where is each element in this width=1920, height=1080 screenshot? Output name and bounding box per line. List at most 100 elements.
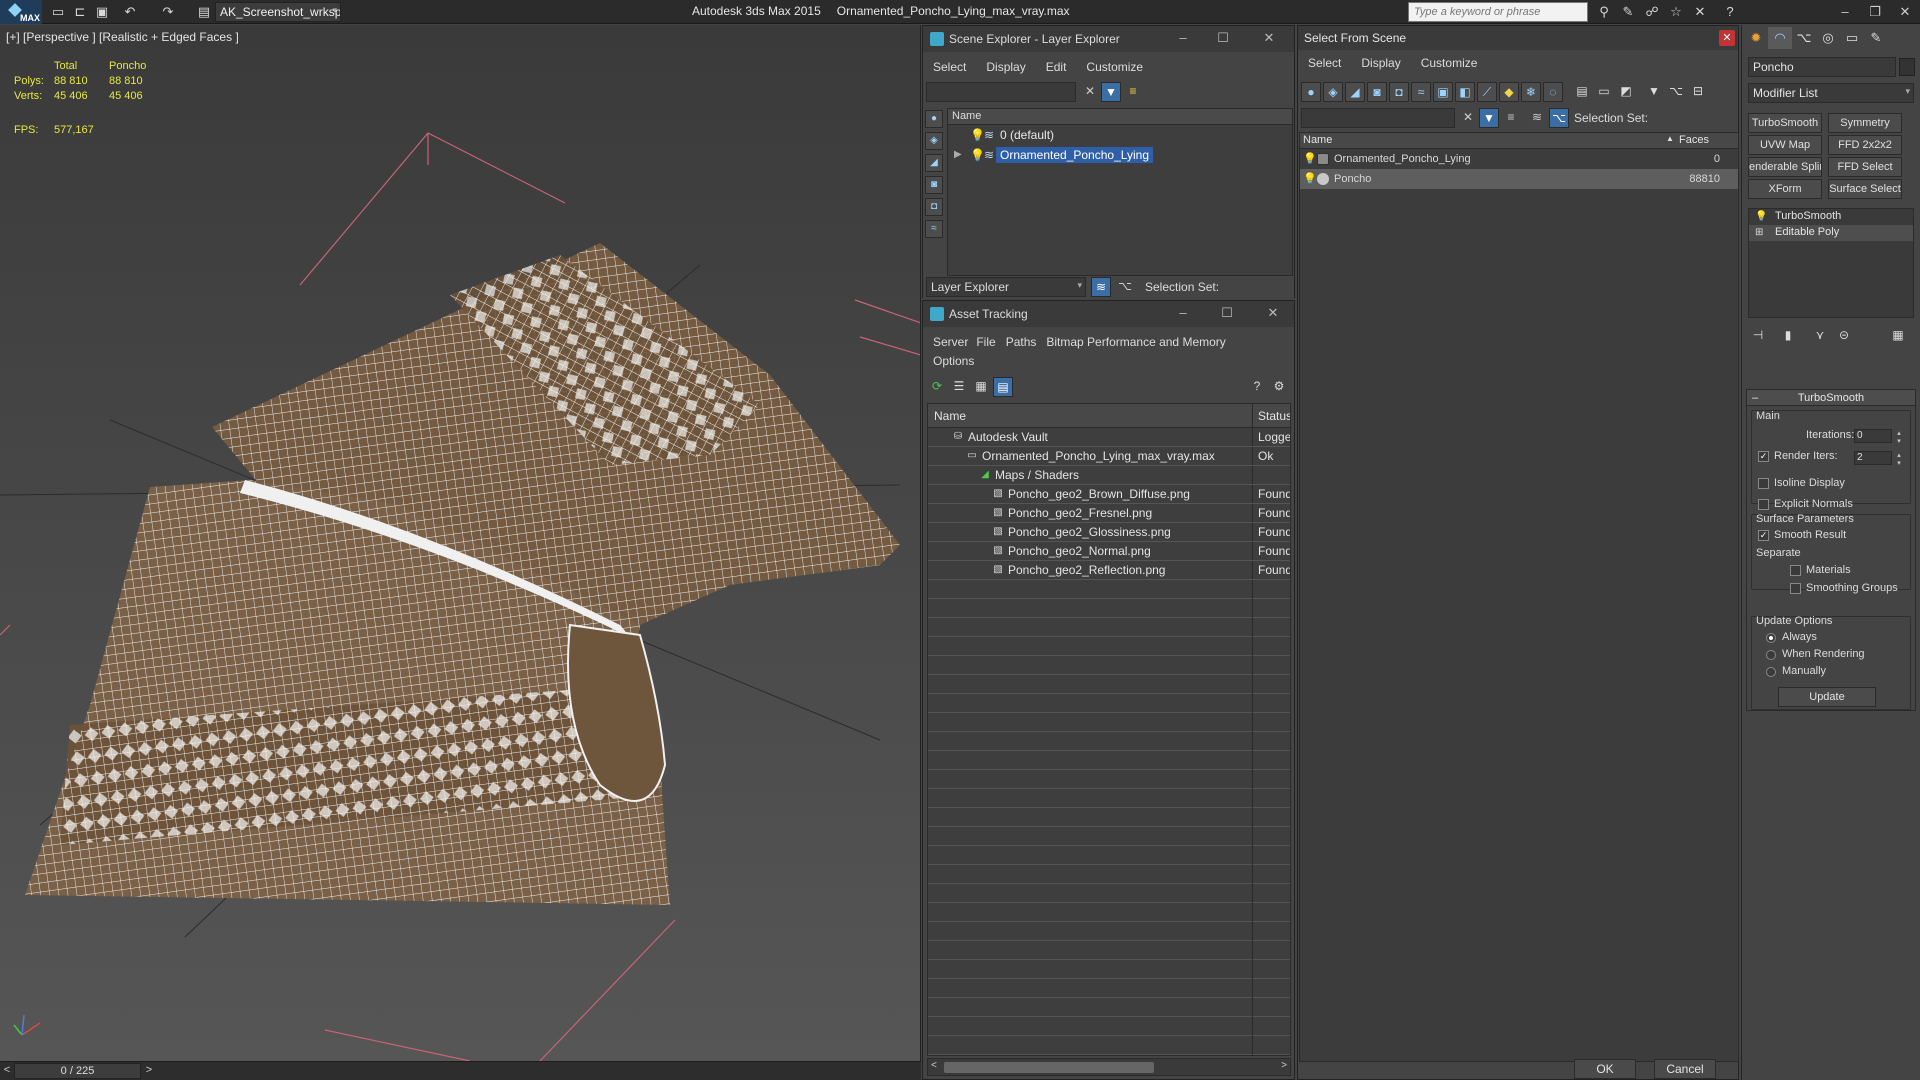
minimize-icon[interactable]: – (1173, 305, 1193, 320)
asset-tracking-titlebar[interactable]: Asset Tracking – ☐ ✕ (923, 301, 1294, 327)
table-view-icon[interactable]: ▤ (993, 377, 1013, 397)
refresh-icon[interactable]: ⟳ (927, 377, 947, 397)
light-bulb-icon[interactable]: 💡 (1755, 211, 1767, 222)
display-geometry-icon[interactable]: ● (925, 110, 943, 128)
col-faces-header[interactable]: Faces (1679, 134, 1709, 146)
display-shapes-icon[interactable]: ◈ (925, 132, 943, 150)
new-file-icon[interactable]: ▭ (50, 4, 66, 20)
col-name-header[interactable]: Name (1303, 134, 1332, 146)
table-row[interactable]: ◢ Maps / Shaders (928, 466, 1290, 485)
time-slider[interactable]: 0 / 225 (14, 1063, 141, 1079)
select-from-scene-titlebar[interactable]: Select From Scene ✕ (1298, 26, 1738, 50)
project-icon[interactable]: ▤ (196, 4, 212, 20)
thumbnail-view-icon[interactable]: ▦ (971, 377, 991, 397)
ok-button[interactable]: OK (1574, 1059, 1636, 1079)
col-name-header[interactable]: Name (934, 409, 966, 423)
table-row[interactable]: ▧ Poncho_geo2_Brown_Diffuse.png Found (928, 485, 1290, 504)
scrollbar-thumb[interactable] (944, 1062, 1154, 1073)
materials-checkbox[interactable] (1790, 565, 1801, 576)
light-bulb-icon[interactable]: 💡 (970, 148, 985, 162)
collapse-icon[interactable]: ⊟ (1688, 82, 1708, 102)
menu-file[interactable]: File (972, 331, 999, 349)
expand-plus-icon[interactable]: ⊞ (1755, 227, 1763, 238)
exchange-icon[interactable]: ✕ (1692, 4, 1708, 20)
maximize-icon[interactable]: ☐ (1217, 305, 1237, 321)
layer-stack-icon[interactable]: ≋ (1527, 108, 1547, 128)
create-tab-icon[interactable]: ✹ (1744, 27, 1768, 49)
redo-icon[interactable]: ↷ (160, 4, 176, 20)
filter-icon[interactable]: ▼ (1644, 82, 1664, 102)
hierarchy-tab-icon[interactable]: ⌥ (1792, 27, 1816, 49)
display-bones-icon[interactable]: ⟋ (1477, 82, 1497, 102)
pin-stack-icon[interactable]: ⊣ (1748, 325, 1768, 345)
binoculars-icon[interactable]: ⚲ (1596, 4, 1612, 20)
viewport-label[interactable]: [+] [Perspective ] [Realistic + Edged Fa… (6, 30, 239, 44)
expand-arrow-icon[interactable]: ▶ (954, 149, 962, 160)
display-spacewarps-icon[interactable]: ≈ (1411, 82, 1431, 102)
menu-customize[interactable]: Customize (1411, 52, 1488, 70)
display-xrefs-icon[interactable]: ◧ (1455, 82, 1475, 102)
menu-options[interactable]: Options (923, 350, 984, 368)
help-icon[interactable]: ? (1247, 377, 1267, 397)
layer-row[interactable]: 💡 ≋ 0 (default) (948, 125, 1292, 145)
settings-icon[interactable]: ⚙ (1269, 377, 1289, 397)
hierarchy-icon[interactable]: ⌥ (1115, 277, 1135, 297)
object-row[interactable]: 💡 Ornamented_Poncho_Lying 0 (1300, 149, 1738, 169)
xform-button[interactable]: XForm (1748, 179, 1822, 199)
configure-sets-icon[interactable]: ▦ (1888, 325, 1908, 345)
workspace-dropdown[interactable]: AK_Screenshot_wrksp (215, 2, 341, 22)
display-helpers-icon[interactable]: ◘ (1389, 82, 1409, 102)
display-containers-icon[interactable]: ◆ (1499, 82, 1519, 102)
display-helpers-icon[interactable]: ◘ (925, 198, 943, 216)
modify-tab-icon[interactable]: ◠ (1768, 27, 1792, 49)
select-from-scene-search-input[interactable] (1301, 108, 1455, 128)
smooth-result-checkbox[interactable]: ✓ (1758, 530, 1769, 541)
cancel-button[interactable]: Cancel (1654, 1059, 1716, 1079)
clear-search-icon[interactable]: ✕ (1080, 82, 1100, 102)
menu-bitmap-performance[interactable]: Bitmap Performance and Memory (1040, 331, 1229, 349)
layer-explorer-icon[interactable]: ≋ (1091, 277, 1111, 297)
rollout-header[interactable]: TurboSmooth (1747, 390, 1915, 406)
scene-explorer-search-input[interactable] (926, 82, 1076, 102)
object-row[interactable]: 💡 Poncho 88810 (1300, 169, 1738, 189)
hierarchy-icon[interactable]: ⌥ (1666, 82, 1686, 102)
render-iters-spinner[interactable]: 2 (1854, 451, 1902, 467)
table-row[interactable]: ⛁ Autodesk Vault Logge (928, 428, 1290, 447)
undo-icon[interactable]: ↶ (122, 4, 138, 20)
sign-in-icon[interactable]: ☍ (1644, 4, 1660, 20)
stack-item-turbosmooth[interactable]: 💡 TurboSmooth (1749, 209, 1913, 225)
stack-item-editable-poly[interactable]: ⊞ Editable Poly (1749, 225, 1913, 241)
filter-toggle-icon[interactable]: ▼ (1479, 108, 1499, 128)
time-next-icon[interactable]: > (142, 1064, 156, 1078)
ffd-button[interactable]: FFD 2x2x2 (1828, 135, 1902, 155)
filter-icon[interactable]: ▼ (1101, 82, 1121, 102)
time-prev-icon[interactable]: < (0, 1064, 14, 1078)
table-row[interactable]: ▧ Poncho_geo2_Fresnel.png Found (928, 504, 1290, 523)
object-color-swatch[interactable] (1899, 58, 1915, 76)
select-invert-icon[interactable]: ◩ (1616, 82, 1636, 102)
scroll-right-icon[interactable]: > (1281, 1060, 1287, 1071)
remove-modifier-icon[interactable]: ⊝ (1834, 325, 1854, 345)
close-icon[interactable]: ✕ (1719, 30, 1735, 46)
menu-select[interactable]: Select (923, 56, 976, 74)
turbosmooth-button[interactable]: TurboSmooth (1748, 113, 1822, 133)
iterations-spinner[interactable]: 0 (1854, 429, 1902, 445)
close-icon[interactable]: ✕ (1259, 30, 1279, 46)
layer-tools-icon[interactable]: ≡ (1501, 108, 1521, 128)
restore-icon[interactable]: ❐ (1860, 2, 1890, 22)
star-icon[interactable]: ☆ (1668, 4, 1684, 20)
motion-tab-icon[interactable]: ◎ (1816, 27, 1840, 49)
update-manually-radio[interactable] (1766, 667, 1776, 677)
symmetry-button[interactable]: Symmetry (1828, 113, 1902, 133)
light-bulb-icon[interactable]: 💡 (1303, 172, 1317, 185)
surface-select-button[interactable]: Surface Select (1828, 179, 1902, 199)
table-row[interactable]: ▧ Poncho_geo2_Normal.png Found (928, 542, 1290, 561)
open-file-icon[interactable]: ⊏ (72, 4, 88, 20)
table-row[interactable]: ▭ Ornamented_Poncho_Lying_max_vray.max O… (928, 447, 1290, 466)
display-cameras-icon[interactable]: ◙ (1367, 82, 1387, 102)
show-end-result-icon[interactable]: ▮ (1778, 325, 1798, 345)
display-frozen-icon[interactable]: ❄ (1521, 82, 1541, 102)
select-none-icon[interactable]: ▭ (1594, 82, 1614, 102)
ffd-select-button[interactable]: FFD Select (1828, 157, 1902, 177)
display-cameras-icon[interactable]: ◙ (925, 176, 943, 194)
